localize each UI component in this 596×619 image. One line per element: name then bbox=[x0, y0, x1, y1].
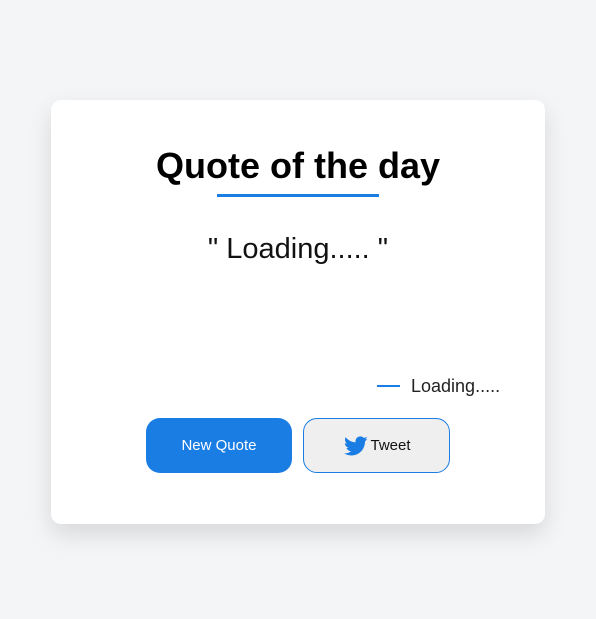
author-text: Loading..... bbox=[411, 376, 501, 396]
tweet-button[interactable]: Tweet bbox=[303, 418, 450, 473]
quote-card: Quote of the day " Loading..... " Loadin… bbox=[51, 100, 545, 524]
new-quote-button-label: New Quote bbox=[181, 437, 257, 454]
author-row: Loading..... bbox=[377, 376, 500, 396]
author-dash bbox=[377, 385, 400, 387]
twitter-icon bbox=[342, 434, 370, 458]
quote-text: " Loading..... " bbox=[207, 233, 389, 265]
title-underline bbox=[217, 194, 379, 197]
page-title: Quote of the day bbox=[155, 145, 440, 186]
new-quote-button[interactable]: New Quote bbox=[146, 418, 292, 473]
tweet-button-label: Tweet bbox=[370, 437, 411, 454]
